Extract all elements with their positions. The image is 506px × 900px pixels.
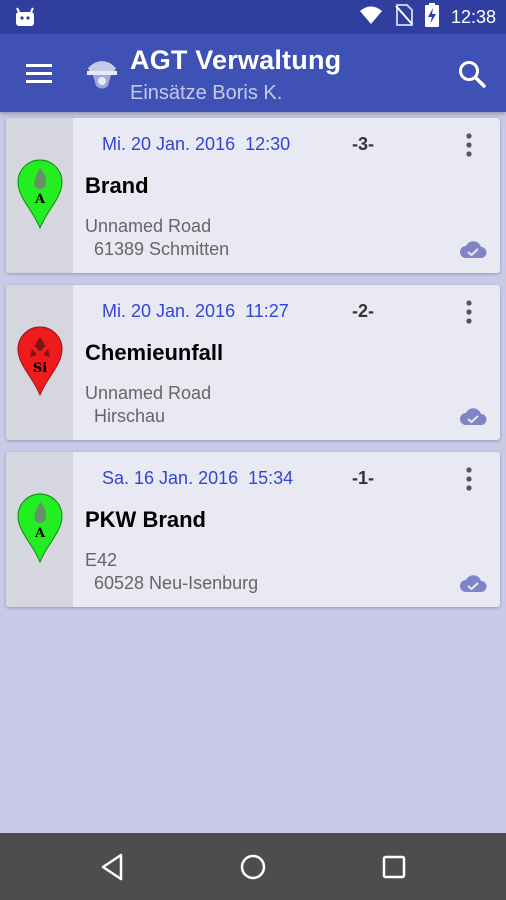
app-bar: AGT Verwaltung Einsätze Boris K.	[0, 34, 506, 112]
helmet-logo-icon	[84, 54, 120, 97]
deployment-card[interactable]: Si Mi. 20 Jan. 2016 11:27 -2- Chemieunfa…	[6, 285, 500, 440]
hazard-pin-icon: Si	[15, 325, 65, 402]
wifi-icon	[359, 5, 383, 30]
deployment-number: -2-	[352, 301, 374, 321]
fire-pin-icon: A	[15, 158, 65, 235]
more-options-icon[interactable]	[462, 132, 476, 158]
app-title: AGT Verwaltung	[130, 45, 342, 75]
deployment-number: -1-	[352, 468, 374, 488]
deployment-date: Mi. 20 Jan. 2016 12:30	[102, 134, 291, 154]
cloud-check-icon	[459, 240, 487, 265]
deployment-date: Mi. 20 Jan. 2016 11:27	[102, 301, 289, 321]
recents-icon[interactable]	[378, 851, 410, 883]
svg-text:Si: Si	[33, 361, 47, 376]
deployment-date: Sa. 16 Jan. 2016 15:34	[102, 468, 294, 488]
deployment-street: E42	[85, 550, 118, 570]
home-icon[interactable]	[237, 851, 269, 883]
svg-text:A: A	[34, 526, 46, 541]
battery-charging-icon	[424, 2, 439, 32]
clock: 12:38	[450, 6, 496, 27]
deployment-title: Chemieunfall	[85, 340, 224, 365]
navigation-bar	[0, 833, 506, 900]
deployment-street: Unnamed Road	[85, 216, 212, 236]
fire-pin-icon: A	[15, 492, 65, 569]
deployment-city: Hirschau	[94, 406, 166, 426]
search-icon[interactable]	[456, 58, 488, 90]
deployment-card[interactable]: A Mi. 20 Jan. 2016 12:30 -3- Brand Unnam…	[6, 118, 500, 273]
deployment-city: 60528 Neu-Isenburg	[94, 573, 259, 593]
menu-icon[interactable]	[22, 60, 58, 88]
svg-text:A: A	[34, 192, 46, 207]
more-options-icon[interactable]	[462, 299, 476, 325]
cloud-check-icon	[459, 407, 487, 432]
app-subtitle: Einsätze Boris K.	[130, 82, 283, 104]
deployment-card[interactable]: A Sa. 16 Jan. 2016 15:34 -1- PKW Brand E…	[6, 452, 500, 607]
deployment-title: PKW Brand	[85, 507, 206, 532]
deployment-street: Unnamed Road	[85, 383, 212, 403]
deployment-city: 61389 Schmitten	[94, 239, 230, 259]
cloud-check-icon	[459, 574, 487, 599]
android-icon	[14, 7, 36, 32]
deployment-title: Brand	[85, 173, 149, 198]
deployment-number: -3-	[352, 134, 374, 154]
more-options-icon[interactable]	[462, 466, 476, 492]
back-icon[interactable]	[97, 851, 129, 883]
no-sim-icon	[395, 3, 413, 31]
status-bar: 12:38	[0, 0, 506, 34]
